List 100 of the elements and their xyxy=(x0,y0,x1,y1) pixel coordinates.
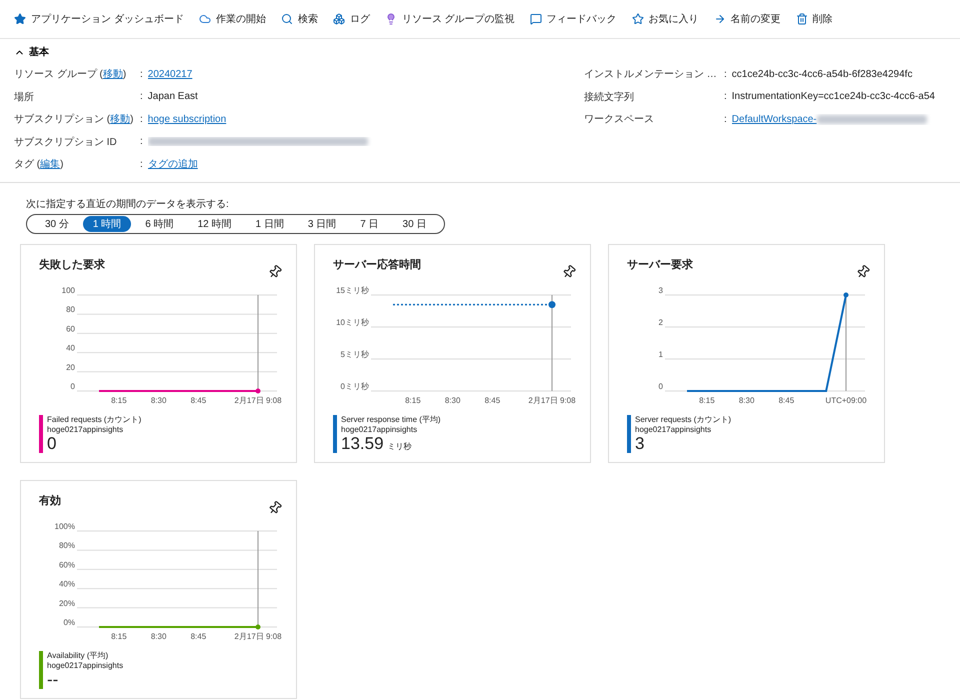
axis-label: 2月17日 9:08 xyxy=(234,632,282,640)
metric-card[interactable]: サーバー応答時間 15ミリ秒 10ミリ秒 5ミリ秒 0ミリ秒 8:15 8:30 8:45 2月17日 9:08 Server response time (平均) hoge0217appinsights 13.59 ミリ秒 xyxy=(314,244,591,462)
axis-label: 8:45 xyxy=(484,396,500,404)
time-range-option[interactable]: 3 日間 xyxy=(298,216,346,232)
separator: : xyxy=(140,114,143,125)
pin-icon[interactable] xyxy=(856,264,870,278)
separator: : xyxy=(140,158,143,170)
time-range-option[interactable]: 6 時間 xyxy=(135,216,184,232)
toolbar-button[interactable]: アプリケーション ダッシュボード xyxy=(14,12,184,26)
axis-label: 8:30 xyxy=(150,396,166,404)
metric-value: 0 xyxy=(47,434,56,452)
property-label: サブスクリプション (移動) xyxy=(14,112,134,126)
axis-label: 0 xyxy=(70,382,75,390)
toolbar-button[interactable]: フィードバック xyxy=(530,12,617,26)
axis-label: 20 xyxy=(66,362,75,372)
property-link[interactable]: 移動 xyxy=(102,69,123,80)
axis-label: 100% xyxy=(54,522,75,530)
axis-label: 8:15 xyxy=(111,632,127,640)
axis-label: UTC+09:00 xyxy=(825,396,867,404)
search-icon xyxy=(280,13,293,25)
pin-icon[interactable] xyxy=(562,264,576,278)
axis-label: 5ミリ秒 xyxy=(340,350,369,358)
property-link[interactable]: 20240217 xyxy=(148,68,192,80)
property-value: InstrumentationKey=cc1ce24b-cc3c-4cc6-a54 xyxy=(732,91,935,102)
property-link[interactable]: 移動 xyxy=(110,114,130,126)
property-value: Japan East xyxy=(148,91,198,102)
axis-label: 8:30 xyxy=(444,396,460,404)
metric-name: Server requests (カウント) xyxy=(635,414,732,424)
separator: : xyxy=(140,91,143,102)
card-title: 失敗した要求 xyxy=(39,258,105,272)
metric-name: Availability (平均) xyxy=(47,650,110,660)
toolbar-button[interactable]: 名前の変更 xyxy=(714,12,781,26)
axis-label: 8:30 xyxy=(150,632,166,640)
axis-label: 60% xyxy=(58,560,75,569)
axis-label: 80% xyxy=(58,540,75,550)
metric-card[interactable]: 失敗した要求 100 80 60 40 20 0 8:15 8:30 8:45 2月17日 9:08 Failed requests (カウント) hoge0217appinsights 0 xyxy=(20,244,297,462)
axis-label: 8:45 xyxy=(778,396,794,404)
axis-label: 80 xyxy=(66,304,75,314)
property-link[interactable]: 編集 xyxy=(40,159,60,170)
separator: : xyxy=(724,68,727,80)
time-range-option[interactable]: 1 時間 xyxy=(82,216,132,232)
toolbar-button[interactable]: お気に入り xyxy=(632,12,699,26)
axis-label: 20% xyxy=(58,598,75,608)
data-point xyxy=(844,292,848,297)
time-range-option[interactable]: 30 分 xyxy=(35,216,79,232)
data-point xyxy=(548,300,556,308)
toolbar-button[interactable]: リソース グループの監視 xyxy=(384,12,515,26)
property-label: インストルメンテーション … xyxy=(584,68,718,82)
property-label: ワークスペース xyxy=(584,113,655,126)
chat-icon xyxy=(530,13,542,25)
property-link[interactable]: hoge subscription xyxy=(148,114,226,125)
toolbar-button[interactable]: 削除 xyxy=(796,12,833,26)
resource-name: hoge0217appinsights xyxy=(635,424,712,434)
metric-card[interactable]: 有効 100% 80% 60% 40% 20% 0% 8:15 8:30 8:45 2月17日 9:08 Availability (平均) hoge0217appinsights -- xyxy=(20,480,297,698)
axis-label: 2月17日 9:08 xyxy=(234,396,282,404)
axis-label: 8:45 xyxy=(190,396,206,404)
trash-icon xyxy=(796,13,808,25)
property-label: 接続文字列 xyxy=(584,90,635,104)
axis-label: 3 xyxy=(658,286,663,294)
axis-label: 8:15 xyxy=(111,396,127,404)
axis-label: 1 xyxy=(658,350,663,358)
data-point xyxy=(256,388,260,393)
time-range-option[interactable]: 30 日 xyxy=(392,216,436,232)
axis-label: 100 xyxy=(62,286,75,294)
time-range-option[interactable]: 1 日間 xyxy=(246,216,294,232)
time-range-label: 次に指定する直近の期間のデータを表示する: xyxy=(26,198,230,210)
separator: : xyxy=(724,114,727,125)
lightbulb-icon xyxy=(384,13,397,25)
pin-icon[interactable] xyxy=(268,500,282,514)
resource-name: hoge0217appinsights xyxy=(341,424,418,434)
card-title: 有効 xyxy=(39,494,61,508)
property-label: サブスクリプション ID xyxy=(14,136,118,149)
metric-name: Server response time (平均) xyxy=(341,414,441,424)
axis-label: 10ミリ秒 xyxy=(336,318,369,326)
property-value: cc1ce24b-cc3c-4cc6-a54b-6f283e4294fc xyxy=(732,68,912,80)
card-title: サーバー要求 xyxy=(627,258,693,272)
metric-unit: ミリ秒 xyxy=(388,442,412,452)
axis-label: 2 xyxy=(658,318,663,326)
pin-icon[interactable] xyxy=(268,264,282,278)
section-toggle[interactable]: 基本 xyxy=(14,45,49,59)
property-link[interactable]: DefaultWorkspace- xyxy=(732,114,817,125)
axis-label: 15ミリ秒 xyxy=(336,286,369,294)
property-link[interactable]: タグの追加 xyxy=(148,157,198,172)
property-label: タグ (編集) xyxy=(14,158,64,172)
star-icon xyxy=(14,13,26,25)
axis-label: 8:30 xyxy=(738,396,754,404)
metric-card[interactable]: サーバー要求 3 2 1 0 8:15 8:30 8:45 UTC+09:00 Server requests (カウント) hoge0217appinsights 3 xyxy=(608,244,885,462)
toolbar-button[interactable]: 作業の開始 xyxy=(198,12,266,26)
separator: : xyxy=(140,136,143,148)
time-range-option[interactable]: 7 日 xyxy=(350,216,389,232)
time-range-option[interactable]: 12 時間 xyxy=(188,216,242,232)
metric-name: Failed requests (カウント) xyxy=(47,414,142,424)
axis-label: 0ミリ秒 xyxy=(340,382,369,390)
toolbar-button[interactable]: ログ xyxy=(332,12,370,26)
metric-value: 3 xyxy=(635,434,644,452)
property-label: リソース グループ (移動) xyxy=(14,68,128,82)
data-point xyxy=(256,624,260,629)
axis-label: 40% xyxy=(58,579,75,588)
cloud-icon xyxy=(198,13,211,25)
toolbar-button[interactable]: 検索 xyxy=(280,12,318,26)
